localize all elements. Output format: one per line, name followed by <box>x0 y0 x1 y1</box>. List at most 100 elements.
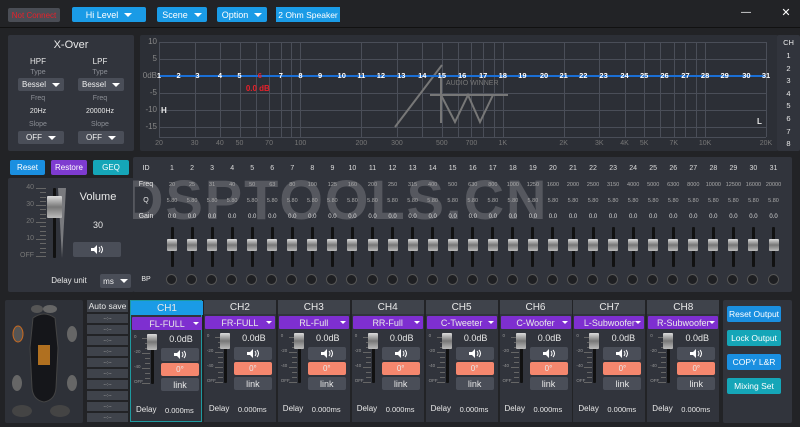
channel-delay-value[interactable]: 0.000ms <box>607 405 636 414</box>
channel-fader-knob[interactable] <box>367 333 378 349</box>
channel-phase-button[interactable]: 0° <box>677 362 716 375</box>
eq-band-q[interactable]: 5.80 <box>322 198 342 204</box>
eq-band-gain[interactable]: 0.0 <box>162 214 182 220</box>
eq-band-freq[interactable]: 63 <box>262 182 282 188</box>
eq-point[interactable]: 11 <box>354 71 368 80</box>
channel-phase-button[interactable]: 0° <box>233 362 272 375</box>
eq-band-bypass-toggle[interactable] <box>326 274 338 285</box>
eq-band-q[interactable]: 5.80 <box>543 198 563 204</box>
autosave-slot[interactable]: --:-- <box>87 358 128 367</box>
eq-point[interactable]: 6 <box>253 71 267 80</box>
channel-header[interactable]: CH7 <box>573 300 646 314</box>
eq-band-q[interactable]: 5.80 <box>643 198 663 204</box>
eq-point[interactable]: 20 <box>537 71 551 80</box>
eq-point[interactable]: 12 <box>374 71 388 80</box>
eq-band-fader-knob[interactable] <box>247 239 258 251</box>
channel-header[interactable]: CH8 <box>647 300 720 314</box>
eq-band-q[interactable]: 5.80 <box>423 198 443 204</box>
channel-mute-button[interactable] <box>603 347 642 360</box>
eq-band-gain[interactable]: 0.0 <box>282 214 302 220</box>
channel-mute-button[interactable] <box>455 347 494 360</box>
delay-unit-select[interactable]: ms <box>100 274 131 288</box>
eq-band-bypass-toggle[interactable] <box>206 274 218 285</box>
graph-channel-6[interactable]: 6 <box>777 114 800 123</box>
eq-band-bypass-toggle[interactable] <box>286 274 298 285</box>
eq-band-freq[interactable]: 80 <box>282 182 302 188</box>
channel-phase-button[interactable]: 0° <box>381 362 420 375</box>
channel-header[interactable]: CH6 <box>499 300 572 314</box>
eq-band-fader-knob[interactable] <box>728 239 739 251</box>
eq-band-gain[interactable]: 0.0 <box>764 214 784 220</box>
channel-link-button[interactable]: link <box>307 377 346 390</box>
eq-band-gain[interactable]: 0.0 <box>342 214 362 220</box>
channel-delay-value[interactable]: 0.000ms <box>534 405 563 414</box>
lpf-slope-select[interactable]: OFF <box>78 131 124 144</box>
channel-mute-button[interactable] <box>529 347 568 360</box>
eq-band-q[interactable]: 5.80 <box>262 198 282 204</box>
eq-band-freq[interactable]: 200 <box>363 182 383 188</box>
autosave-slot[interactable]: --:-- <box>87 325 128 334</box>
eq-band-q[interactable]: 5.80 <box>683 198 703 204</box>
eq-band-fader-knob[interactable] <box>608 239 619 251</box>
eq-band-freq[interactable]: 400 <box>423 182 443 188</box>
eq-band-q[interactable]: 5.80 <box>302 198 322 204</box>
graph-channel-8[interactable]: 8 <box>777 139 800 148</box>
eq-band-freq[interactable]: 2000 <box>563 182 583 188</box>
eq-band-freq[interactable]: 20 <box>162 182 182 188</box>
channel-link-button[interactable]: link <box>233 377 272 390</box>
channel-link-button[interactable]: link <box>677 377 716 390</box>
channel-phase-button[interactable]: 0° <box>161 363 199 376</box>
autosave-slot[interactable]: --:-- <box>87 402 128 411</box>
eq-band-q[interactable]: 5.80 <box>222 198 242 204</box>
eq-band-gain[interactable]: 0.0 <box>202 214 222 220</box>
channel-phase-button[interactable]: 0° <box>603 362 642 375</box>
eq-band-bypass-toggle[interactable] <box>647 274 659 285</box>
eq-band-fader-knob[interactable] <box>427 239 438 251</box>
eq-band-freq[interactable]: 40 <box>222 182 242 188</box>
eq-band-freq[interactable]: 630 <box>463 182 483 188</box>
eq-band-bypass-toggle[interactable] <box>346 274 358 285</box>
eq-point[interactable]: 21 <box>557 71 571 80</box>
channel-assign-select[interactable]: L-Subwoofer <box>574 316 645 329</box>
eq-band-gain[interactable]: 0.0 <box>723 214 743 220</box>
eq-band-freq[interactable]: 20000 <box>764 182 784 188</box>
eq-band-gain[interactable]: 0.0 <box>262 214 282 220</box>
eq-band-fader-knob[interactable] <box>467 239 478 251</box>
graph-channel-1[interactable]: 1 <box>777 51 800 60</box>
eq-band-fader-knob[interactable] <box>748 239 759 251</box>
eq-point[interactable]: 8 <box>293 71 307 80</box>
eq-band-freq[interactable]: 500 <box>443 182 463 188</box>
eq-point[interactable]: 4 <box>213 71 227 80</box>
eq-point[interactable]: 26 <box>657 71 671 80</box>
eq-band-fader-knob[interactable] <box>227 239 238 251</box>
eq-point[interactable]: 30 <box>739 71 753 80</box>
hi-level-dropdown[interactable]: Hi Level <box>72 7 146 22</box>
volume-fader-knob[interactable] <box>47 196 62 218</box>
eq-band-bypass-toggle[interactable] <box>607 274 619 285</box>
graph-channel-3[interactable]: 3 <box>777 76 800 85</box>
eq-point[interactable]: 24 <box>618 71 632 80</box>
eq-band-bypass-toggle[interactable] <box>186 274 198 285</box>
channel-assign-select[interactable]: RR-Full <box>352 316 423 329</box>
eq-band-freq[interactable]: 6300 <box>663 182 683 188</box>
eq-band-fader-knob[interactable] <box>407 239 418 251</box>
eq-band-gain[interactable]: 0.0 <box>423 214 443 220</box>
eq-band-q[interactable]: 5.80 <box>743 198 763 204</box>
eq-band-freq[interactable]: 8000 <box>683 182 703 188</box>
eq-band-freq[interactable]: 16000 <box>743 182 763 188</box>
channel-mute-button[interactable] <box>677 347 716 360</box>
channel-link-button[interactable]: link <box>455 377 494 390</box>
channel-assign-select[interactable]: FL-FULL <box>132 317 202 330</box>
eq-band-fader-knob[interactable] <box>668 239 679 251</box>
eq-band-q[interactable]: 5.80 <box>623 198 643 204</box>
eq-band-bypass-toggle[interactable] <box>486 274 498 285</box>
eq-band-bypass-toggle[interactable] <box>446 274 458 285</box>
eq-band-gain[interactable]: 0.0 <box>543 214 563 220</box>
channel-fader-knob[interactable] <box>515 333 526 349</box>
channel-link-button[interactable]: link <box>603 377 642 390</box>
eq-band-bypass-toggle[interactable] <box>687 274 699 285</box>
eq-band-freq[interactable]: 5000 <box>643 182 663 188</box>
master-mute-button[interactable] <box>73 242 121 257</box>
eq-band-gain[interactable]: 0.0 <box>182 214 202 220</box>
eq-band-bypass-toggle[interactable] <box>747 274 759 285</box>
